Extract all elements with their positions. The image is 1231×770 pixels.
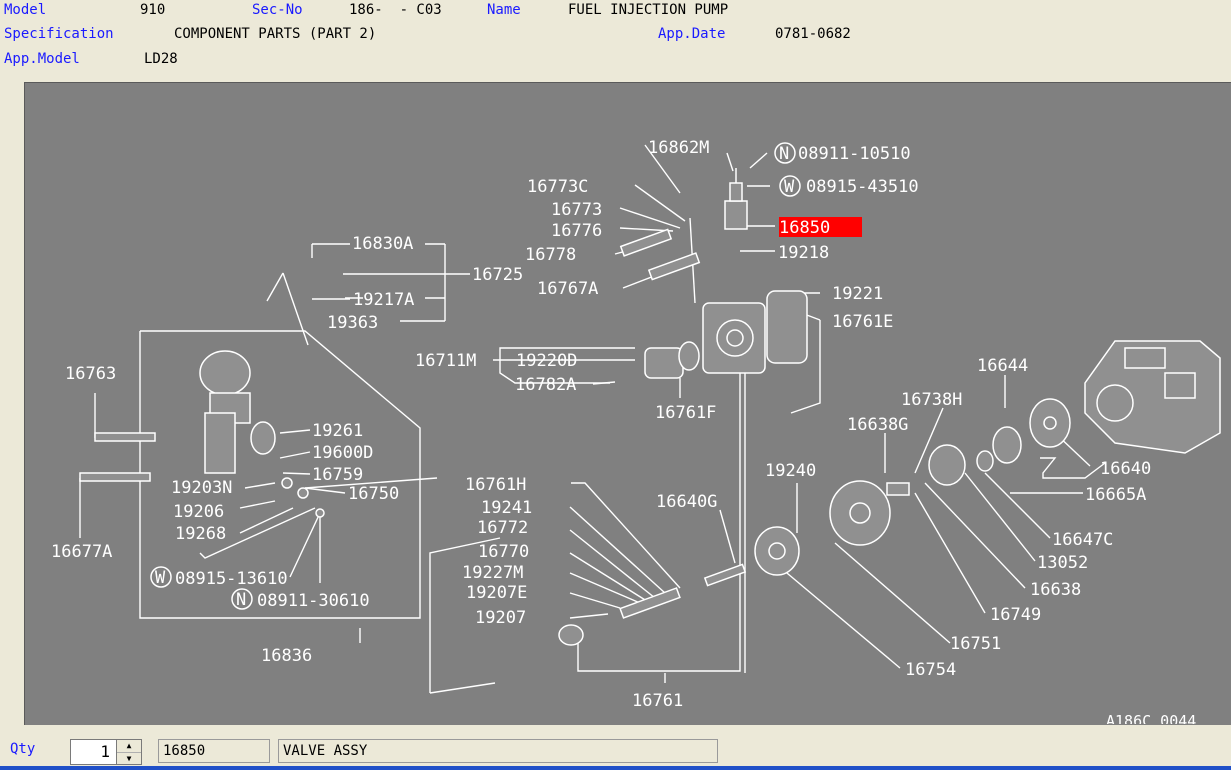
part-label-19363[interactable]: 19363 <box>327 313 378 333</box>
part-label-08915-13610[interactable]: 08915-13610 <box>175 569 288 589</box>
part-label-16750[interactable]: 16750 <box>348 484 399 504</box>
part-label-16772[interactable]: 16772 <box>477 518 528 538</box>
part-label-16763[interactable]: 16763 <box>65 364 116 384</box>
secno-value: 186- - C03 <box>349 2 442 18</box>
part-label-16751[interactable]: 16751 <box>950 634 1001 654</box>
part-label-16640g[interactable]: 16640G <box>656 492 717 512</box>
circle-w-2: W <box>155 568 166 588</box>
appdate-value: 0781-0682 <box>775 26 851 42</box>
part-label-16778[interactable]: 16778 <box>525 245 576 265</box>
spin-up-icon[interactable]: ▲ <box>117 740 141 753</box>
model-label: Model <box>4 2 47 18</box>
footer-panel: Qty 1 ▲ ▼ 16850 VALVE ASSY <box>0 726 1231 770</box>
appmodel-label: App.Model <box>4 51 80 67</box>
circle-n-1: N <box>779 144 789 164</box>
part-label-16725[interactable]: 16725 <box>472 265 523 285</box>
part-label-19206[interactable]: 19206 <box>173 502 224 522</box>
part-label-16773c[interactable]: 16773C <box>527 177 588 197</box>
circle-w-1: W <box>784 177 795 197</box>
part-label-19217a[interactable]: 19217A <box>353 290 414 310</box>
part-label-19207[interactable]: 19207 <box>475 608 526 628</box>
exploded-view-svg: N W W N 16862M 08911-10510 16773C 08915-… <box>51 138 1221 724</box>
part-label-16836[interactable]: 16836 <box>261 646 312 666</box>
part-label-16644[interactable]: 16644 <box>977 356 1028 376</box>
part-label-19241[interactable]: 19241 <box>481 498 532 518</box>
part-label-16830a[interactable]: 16830A <box>352 234 413 254</box>
part-label-19227m[interactable]: 19227M <box>462 563 523 583</box>
part-label-08915-43510[interactable]: 08915-43510 <box>806 177 919 197</box>
part-label-19240[interactable]: 19240 <box>765 461 816 481</box>
part-label-16770[interactable]: 16770 <box>478 542 529 562</box>
part-label-16761f[interactable]: 16761F <box>655 403 716 423</box>
part-label-16782a[interactable]: 16782A <box>515 375 576 395</box>
part-label-16761[interactable]: 16761 <box>632 691 683 711</box>
part-label-16640[interactable]: 16640 <box>1100 459 1151 479</box>
part-label-16647c[interactable]: 16647C <box>1052 530 1113 550</box>
part-name-field: VALVE ASSY <box>278 739 718 763</box>
spin-down-icon[interactable]: ▼ <box>117 753 141 765</box>
part-label-16767a[interactable]: 16767A <box>537 279 598 299</box>
name-value: FUEL INJECTION PUMP <box>568 2 729 18</box>
part-label-08911-30610[interactable]: 08911-30610 <box>257 591 370 611</box>
part-label-13052[interactable]: 13052 <box>1037 553 1088 573</box>
part-label-16761e[interactable]: 16761E <box>832 312 893 332</box>
secno-label: Sec-No <box>252 2 303 18</box>
part-label-16677a[interactable]: 16677A <box>51 542 112 562</box>
part-label-16711m[interactable]: 16711M <box>415 351 476 371</box>
bottom-border <box>0 766 1231 770</box>
part-label-16754[interactable]: 16754 <box>905 660 956 680</box>
circle-n-2: N <box>236 590 246 610</box>
part-label-16776[interactable]: 16776 <box>551 221 602 241</box>
model-value: 910 <box>140 2 166 18</box>
part-label-16773[interactable]: 16773 <box>551 200 602 220</box>
part-label-08911-10510[interactable]: 08911-10510 <box>798 144 911 164</box>
spec-label: Specification <box>4 26 114 42</box>
qty-spinner[interactable]: ▲ ▼ <box>116 739 142 765</box>
part-label-16749[interactable]: 16749 <box>990 605 1041 625</box>
parts-diagram[interactable]: N W W N 16862M 08911-10510 16773C 08915-… <box>24 82 1231 725</box>
spec-value: COMPONENT PARTS (PART 2) <box>174 26 377 42</box>
part-number-field: 16850 <box>158 739 270 763</box>
figure-code: A186C 0044 <box>1106 712 1196 724</box>
part-label-16638[interactable]: 16638 <box>1030 580 1081 600</box>
part-label-16850[interactable]: 16850 <box>779 218 830 238</box>
name-label: Name <box>487 2 521 18</box>
part-label-19261[interactable]: 19261 <box>312 421 363 441</box>
part-label-19221[interactable]: 19221 <box>832 284 883 304</box>
part-label-16665a[interactable]: 16665A <box>1085 485 1146 505</box>
part-label-16738h[interactable]: 16738H <box>901 390 962 410</box>
header-panel: Model 910 Sec-No 186- - C03 Name FUEL IN… <box>0 0 1231 80</box>
part-label-16759[interactable]: 16759 <box>312 465 363 485</box>
qty-input[interactable]: 1 <box>70 739 116 765</box>
appmodel-value: LD28 <box>144 51 178 67</box>
part-label-19600d[interactable]: 19600D <box>312 443 373 463</box>
appdate-label: App.Date <box>658 26 726 42</box>
part-label-19268[interactable]: 19268 <box>175 524 226 544</box>
part-label-19220d[interactable]: 19220D <box>516 351 577 371</box>
part-label-19203n[interactable]: 19203N <box>171 478 232 498</box>
part-label-16761h[interactable]: 16761H <box>465 475 526 495</box>
part-label-19218[interactable]: 19218 <box>778 243 829 263</box>
part-label-16638g[interactable]: 16638G <box>847 415 908 435</box>
qty-label: Qty <box>10 741 36 757</box>
part-label-19207e[interactable]: 19207E <box>466 583 527 603</box>
part-label-16862m[interactable]: 16862M <box>648 138 709 158</box>
